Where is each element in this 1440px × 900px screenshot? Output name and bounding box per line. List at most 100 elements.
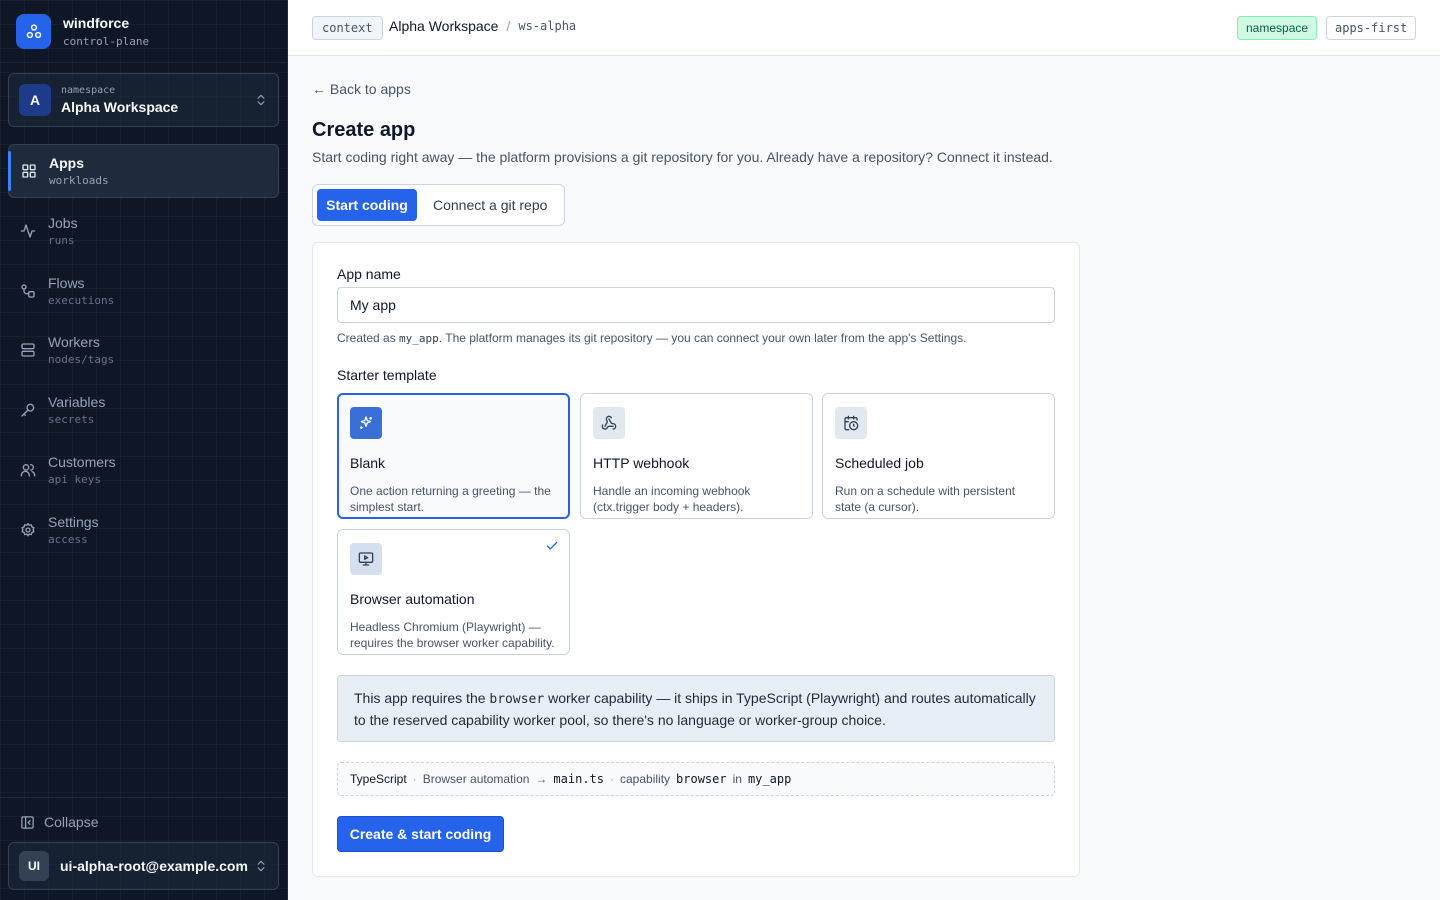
summary-capability-word: capability <box>620 772 671 786</box>
template-title: Scheduled job <box>835 455 924 471</box>
avatar: UI <box>19 851 49 881</box>
sidebar-item-label: Workers <box>48 334 100 351</box>
template-description: Handle an incoming webhook (ctx.trigger … <box>593 484 751 514</box>
namespace-tag: namespace <box>1237 16 1318 40</box>
monitor-play-icon <box>350 543 382 575</box>
creation-summary: TypeScript · Browser automation → main.t… <box>337 762 1055 796</box>
sidebar-item-label: Customers <box>48 453 116 470</box>
user-menu[interactable]: UI ui-alpha-root@example.com <box>8 842 279 890</box>
summary-file: main.ts <box>553 772 604 786</box>
help-suffix: . The platform manages its git repositor… <box>438 331 967 345</box>
template-card-blank[interactable]: Blank One action returning a greeting — … <box>337 393 570 519</box>
server-icon <box>21 343 35 358</box>
sparkles-icon <box>350 407 382 439</box>
sidebar-item-sub: executions <box>48 293 115 307</box>
collapse-icon <box>21 815 34 829</box>
starter-template-label: Starter template <box>337 367 437 383</box>
sidebar: windforce control-plane A namespace Alph… <box>0 0 288 900</box>
sidebar-item-workers[interactable]: Workers nodes/tags <box>8 323 279 377</box>
brand[interactable]: windforce control-plane <box>16 14 149 49</box>
top-bar: context Alpha Workspace / ws-alpha names… <box>288 0 1440 56</box>
back-to-apps-link[interactable]: ← Back to apps <box>312 81 411 97</box>
sidebar-nav: Apps workloads Jobs runs Flows executions W… <box>8 144 279 563</box>
summary-dot: · <box>610 772 614 786</box>
template-card-browser-automation[interactable]: Browser automation Headless Chromium (Pl… <box>337 529 570 655</box>
create-and-start-coding-button[interactable]: Create & start coding <box>337 816 504 852</box>
sidebar-item-sub: secrets <box>48 413 95 427</box>
webhook-icon <box>593 407 625 439</box>
gear-icon <box>21 522 35 537</box>
users-icon <box>20 463 36 477</box>
sidebar-item-sub: access <box>48 532 88 546</box>
breadcrumb-workspace-id: ws-alpha <box>518 19 577 33</box>
sidebar-item-customers[interactable]: Customers api keys <box>8 443 279 497</box>
template-title: Blank <box>350 455 386 471</box>
breadcrumb-workspace[interactable]: Alpha Workspace <box>389 18 498 34</box>
key-icon <box>21 403 35 417</box>
namespace-label: namespace <box>61 85 116 96</box>
namespace-switcher[interactable]: A namespace Alpha Workspace <box>8 73 279 127</box>
template-description: Run on a schedule with persistent state … <box>835 484 1016 514</box>
notice-code: browser <box>489 692 545 707</box>
chevrons-up-down-icon <box>257 94 265 106</box>
sidebar-item-label: Jobs <box>48 214 78 231</box>
summary-capability: browser <box>676 772 727 786</box>
apps-first-tag: apps-first <box>1326 16 1417 40</box>
summary-template: Browser automation <box>422 772 530 786</box>
sidebar-item-sub: nodes/tags <box>48 353 115 367</box>
sidebar-item-jobs[interactable]: Jobs runs <box>8 204 279 258</box>
page-title: Create app <box>312 119 416 141</box>
check-icon <box>546 541 558 550</box>
sidebar-item-sub: api keys <box>48 472 101 486</box>
tab-connect-git-repo[interactable]: Connect a git repo <box>417 189 559 221</box>
breadcrumb-separator: / <box>506 18 511 34</box>
flow-icon <box>21 283 35 298</box>
divider <box>0 62 287 63</box>
summary-slug: my_app <box>747 772 792 786</box>
chevrons-up-down-icon <box>257 860 265 872</box>
brand-logo-icon <box>16 14 51 49</box>
namespace-value: Alpha Workspace <box>61 99 179 115</box>
page-subtitle: Start coding right away — the platform p… <box>312 149 1053 165</box>
app-name-label: App name <box>337 266 401 282</box>
summary-in-word: in <box>732 772 742 786</box>
template-title: HTTP webhook <box>593 455 690 471</box>
breadcrumb: Alpha Workspace / ws-alpha <box>389 18 576 34</box>
sidebar-item-sub: runs <box>48 233 75 247</box>
namespace-avatar: A <box>19 84 51 116</box>
sidebar-item-label: Apps <box>49 155 84 171</box>
summary-dot: · <box>412 772 417 786</box>
sidebar-item-label: Variables <box>48 394 106 411</box>
sidebar-item-label: Flows <box>48 274 85 291</box>
sidebar-item-apps[interactable]: Apps workloads <box>8 144 279 198</box>
template-card-http-webhook[interactable]: HTTP webhook Handle an incoming webhook … <box>580 393 813 519</box>
context-badge: context <box>312 16 383 40</box>
summary-language: TypeScript <box>350 772 407 786</box>
sidebar-item-settings[interactable]: Settings access <box>8 503 279 557</box>
sidebar-item-sub: workloads <box>49 174 109 187</box>
create-mode-tabs: Start coding Connect a git repo <box>312 184 565 226</box>
activity-icon <box>20 224 36 238</box>
template-title: Browser automation <box>350 591 475 607</box>
brand-name: windforce <box>63 15 130 31</box>
sidebar-item-variables[interactable]: Variables secrets <box>8 383 279 437</box>
tab-start-coding[interactable]: Start coding <box>317 189 417 221</box>
sidebar-item-label: Settings <box>48 513 99 530</box>
template-description: One action returning a greeting — the si… <box>350 484 551 514</box>
help-slug: my_app <box>399 332 439 345</box>
template-card-scheduled-job[interactable]: Scheduled job Run on a schedule with per… <box>822 393 1055 519</box>
calendar-clock-icon <box>835 407 867 439</box>
notice-text-before: This app requires the <box>354 690 490 706</box>
create-app-form: App name Created as my_app. The platform… <box>312 242 1080 877</box>
collapse-label: Collapse <box>44 814 99 830</box>
capability-notice: This app requires the browser worker cap… <box>337 675 1055 742</box>
collapse-button[interactable]: Collapse <box>20 814 98 830</box>
template-description: Headless Chromium (Playwright) — require… <box>350 620 555 650</box>
brand-subtitle: control-plane <box>63 35 150 48</box>
help-prefix: Created as <box>337 331 400 345</box>
grid-icon <box>22 164 36 178</box>
user-email: ui-alpha-root@example.com <box>60 858 248 874</box>
sidebar-item-flows[interactable]: Flows executions <box>8 264 279 318</box>
divider <box>0 797 287 798</box>
app-name-input[interactable] <box>337 287 1055 323</box>
